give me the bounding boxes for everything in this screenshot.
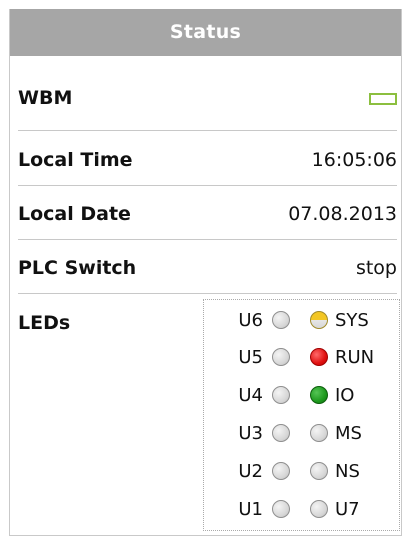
led-panel: U6 SYS U5 RUN U4 IO U3 MS U2 NS U1 U7 bbox=[203, 299, 400, 531]
led-label-u2: U2 bbox=[238, 461, 263, 482]
led-ms-indicator bbox=[310, 424, 328, 442]
divider bbox=[18, 239, 397, 240]
led-row-u6-sys: U6 SYS bbox=[204, 308, 399, 336]
led-row-u1-u7: U1 U7 bbox=[204, 497, 399, 525]
led-row-u4-io: U4 IO bbox=[204, 383, 399, 411]
wbm-label: WBM bbox=[18, 87, 73, 109]
local-date-label: Local Date bbox=[18, 203, 131, 225]
led-u4-indicator bbox=[272, 386, 290, 404]
led-row-u2-ns: U2 NS bbox=[204, 459, 399, 487]
divider bbox=[18, 185, 397, 186]
led-label-u1: U1 bbox=[238, 499, 263, 520]
led-run-indicator bbox=[310, 348, 328, 366]
led-row-u5-run: U5 RUN bbox=[204, 345, 399, 373]
led-label-sys: SYS bbox=[335, 310, 369, 331]
led-u2-indicator bbox=[272, 462, 290, 480]
panel-title: Status bbox=[10, 9, 401, 56]
led-u3-indicator bbox=[272, 424, 290, 442]
led-label-io: IO bbox=[335, 385, 355, 406]
led-label-run: RUN bbox=[335, 347, 375, 368]
local-time-label: Local Time bbox=[18, 149, 133, 171]
plc-switch-row: PLC Switch stop bbox=[18, 257, 397, 285]
led-sys-indicator bbox=[310, 311, 328, 329]
divider bbox=[18, 130, 397, 131]
wbm-row: WBM bbox=[18, 87, 397, 115]
led-ns-indicator bbox=[310, 462, 328, 480]
led-u5-indicator bbox=[272, 348, 290, 366]
led-label-ms: MS bbox=[335, 423, 362, 444]
leds-label: LEDs bbox=[18, 312, 71, 334]
led-row-u3-ms: U3 MS bbox=[204, 421, 399, 449]
led-u1-indicator bbox=[272, 500, 290, 518]
led-label-u7: U7 bbox=[335, 499, 360, 520]
led-label-u3: U3 bbox=[238, 423, 263, 444]
plc-switch-value: stop bbox=[355, 257, 397, 279]
local-time-value: 16:05:06 bbox=[311, 149, 397, 171]
local-date-value: 07.08.2013 bbox=[288, 203, 397, 225]
led-label-u4: U4 bbox=[238, 385, 263, 406]
led-u6-indicator bbox=[272, 311, 290, 329]
divider bbox=[18, 293, 397, 294]
wbm-status-indicator bbox=[369, 93, 397, 105]
status-panel: Status WBM Local Time 16:05:06 Local Dat… bbox=[9, 9, 402, 536]
led-u7-indicator bbox=[310, 500, 328, 518]
led-label-ns: NS bbox=[335, 461, 360, 482]
led-label-u5: U5 bbox=[238, 347, 263, 368]
local-time-row: Local Time 16:05:06 bbox=[18, 149, 397, 177]
local-date-row: Local Date 07.08.2013 bbox=[18, 203, 397, 231]
plc-switch-label: PLC Switch bbox=[18, 257, 137, 279]
led-io-indicator bbox=[310, 386, 328, 404]
led-label-u6: U6 bbox=[238, 310, 263, 331]
